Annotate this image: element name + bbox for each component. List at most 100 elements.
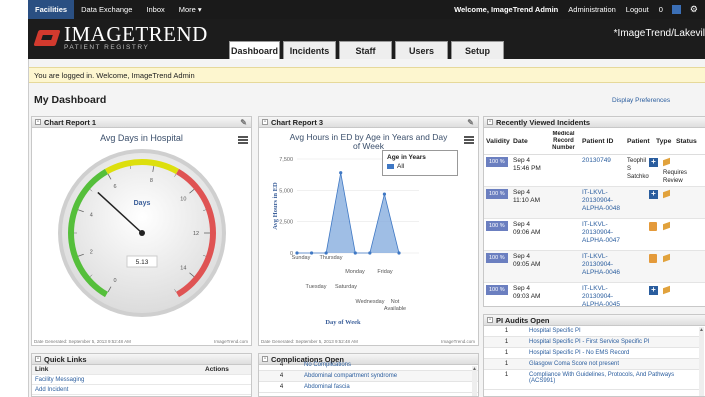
collapse-icon[interactable]: -	[35, 119, 41, 125]
chart-menu-icon[interactable]	[464, 136, 474, 144]
display-preferences-link[interactable]: Display Preferences	[612, 97, 670, 104]
table-row[interactable]: 100 % Sep 4 09:06 AM IT-LKVL- 20130904- AL…	[484, 219, 705, 251]
quick-link-facility-messaging[interactable]: Facility Messaging	[35, 377, 84, 383]
dashboard-content: You are logged in. Welcome, ImageTrend A…	[28, 59, 705, 397]
pi-audits-panel: - PI Audits Open 1 Hospital Specific PI 1 H…	[483, 314, 705, 397]
scrollbar[interactable]: ▲	[699, 327, 704, 396]
nav-data-exchange[interactable]: Data Exchange	[74, 0, 139, 19]
cell-validity: 100 %	[484, 157, 513, 167]
complication-link[interactable]: Abdominal fascia	[304, 384, 478, 390]
col-type[interactable]: Type	[656, 138, 676, 146]
audit-link[interactable]: Glasgow Coma Score not present	[529, 361, 699, 367]
quick-links-panel: - Quick Links Link Actions Facility Mess…	[31, 353, 252, 397]
col-link: Link	[35, 366, 49, 373]
table-row[interactable]: 100 % Sep 4 09:03 AM IT-LKVL- 20130904- AL…	[484, 283, 705, 306]
list-item[interactable]: 1 Glasgow Coma Score not present	[484, 359, 699, 370]
data-point-friday[interactable]	[368, 251, 372, 255]
scroll-up-icon[interactable]: ▲	[472, 366, 477, 372]
data-point-not-available[interactable]	[397, 251, 401, 255]
audit-count: 1	[504, 372, 509, 378]
audit-link[interactable]: Hospital Specific PI - First Service Spe…	[529, 339, 699, 345]
data-point-saturday[interactable]	[382, 192, 387, 196]
col-patient-id[interactable]: Patient ID	[582, 138, 627, 146]
panel-title: Chart Report 3	[271, 117, 324, 127]
validity-badge: 100 %	[486, 189, 508, 199]
col-date[interactable]: Date	[513, 138, 545, 146]
complication-link[interactable]: Abdominal compartment syndrome	[304, 373, 478, 379]
window-icon[interactable]	[671, 5, 681, 14]
chart-menu-icon[interactable]	[238, 136, 248, 144]
legend-item[interactable]: All	[397, 163, 404, 170]
table-row[interactable]: 100 % Sep 4 15:46 PM 20130749 Teophil S Sat…	[484, 155, 705, 187]
edit-icon[interactable]: ✎	[240, 118, 247, 127]
cell-status	[663, 189, 691, 201]
tab-users[interactable]: Users	[395, 41, 448, 59]
complication-link[interactable]: No Complications	[304, 362, 478, 368]
nav-inbox[interactable]: Inbox	[139, 0, 171, 19]
tab-staff[interactable]: Staff	[339, 41, 392, 59]
gauge-label: Days	[134, 200, 151, 207]
nav-logout[interactable]: Logout	[626, 5, 649, 14]
col-actions: Actions	[205, 366, 229, 373]
collapse-icon[interactable]: -	[487, 317, 493, 323]
nav-more[interactable]: More ▾	[172, 0, 209, 19]
sign-icon[interactable]	[663, 221, 671, 230]
sign-icon[interactable]	[663, 189, 671, 198]
x-tick-label: Available	[384, 306, 406, 312]
gauge-tick-label: 2	[90, 249, 93, 255]
tab-setup[interactable]: Setup	[451, 41, 504, 59]
scroll-up-icon[interactable]: ▲	[699, 327, 704, 333]
app-header: IMAGETREND PATIENT REGISTRY *ImageTrend/…	[28, 19, 705, 59]
cell-patient-id[interactable]: IT-LKVL- 20130904- ALPHA-0045	[582, 285, 627, 306]
col-validity[interactable]: Validity	[484, 138, 513, 146]
settings-icon[interactable]: ⚙	[690, 4, 698, 15]
list-item[interactable]: 4 No Complications	[259, 360, 478, 371]
inbox-count[interactable]: 0	[659, 5, 663, 14]
audit-link[interactable]: Compliance With Guidelines, Protocols, A…	[529, 372, 699, 384]
sign-icon[interactable]	[663, 253, 671, 262]
ems-incident-icon: +	[649, 190, 658, 199]
table-row[interactable]: 100 % Sep 4 11:10 AM IT-LKVL- 20130904- AL…	[484, 187, 705, 219]
table-row[interactable]: 100 % Sep 4 09:05 AM IT-LKVL- 20130904- AL…	[484, 251, 705, 283]
cell-patient-id[interactable]: IT-LKVL- 20130904- ALPHA-0047	[582, 221, 627, 245]
list-item[interactable]: 1 Hospital Specific PI	[484, 326, 699, 337]
x-tick-label: Sunday	[292, 255, 311, 261]
gauge-value: 5.13	[136, 259, 149, 266]
col-mrn[interactable]: Medical Record Number	[545, 131, 582, 152]
welcome-user: Welcome, ImageTrend Admin	[454, 5, 559, 14]
cell-patient-id[interactable]: IT-LKVL- 20130904- ALPHA-0048	[582, 189, 627, 213]
data-point-monday[interactable]	[309, 251, 314, 255]
collapse-icon[interactable]: -	[35, 356, 41, 362]
audit-link[interactable]: Hospital Specific PI	[529, 328, 699, 334]
tab-incidents[interactable]: Incidents	[283, 41, 336, 59]
list-item[interactable]: Add Incident	[32, 385, 251, 395]
list-item[interactable]: 1 Hospital Specific PI - First Service Sp…	[484, 337, 699, 348]
panel-header: - Chart Report 3 ✎	[259, 117, 478, 128]
scrollbar[interactable]: ▲	[472, 366, 477, 396]
panel-title: Recently Viewed Incidents	[496, 117, 591, 127]
collapse-icon[interactable]: -	[487, 119, 493, 125]
gauge-pivot	[139, 230, 145, 236]
list-item[interactable]: 1 Compliance With Guidelines, Protocols, …	[484, 370, 699, 390]
cell-patient-id[interactable]: 20130749	[582, 157, 627, 165]
list-item[interactable]: 4 Abdominal fascia	[259, 382, 478, 393]
col-status[interactable]: Status	[676, 138, 705, 146]
sign-icon[interactable]	[663, 285, 671, 294]
list-item[interactable]: Facility Messaging	[32, 375, 251, 385]
list-item[interactable]: 4 Abdominal compartment syndrome	[259, 371, 478, 382]
col-patient[interactable]: Patient	[627, 138, 656, 146]
sign-icon[interactable]	[663, 157, 671, 166]
nav-facilities[interactable]: Facilities	[28, 0, 75, 19]
quick-link-add-incident[interactable]: Add Incident	[35, 387, 68, 393]
data-point-wednesday[interactable]	[339, 171, 343, 175]
nav-administration[interactable]: Administration	[568, 5, 616, 14]
edit-icon[interactable]: ✎	[467, 118, 474, 127]
tab-dashboard[interactable]: Dashboard	[229, 41, 280, 59]
chart-footer-brand: ImageTrend.com	[441, 339, 475, 344]
x-tick-label: Saturday	[335, 284, 357, 290]
collapse-icon[interactable]: -	[262, 119, 268, 125]
data-point-thursday[interactable]	[353, 251, 357, 255]
audit-link[interactable]: Hospital Specific PI - No EMS Record	[529, 350, 699, 356]
cell-patient-id[interactable]: IT-LKVL- 20130904- ALPHA-0046	[582, 253, 627, 277]
list-item[interactable]: 1 Hospital Specific PI - No EMS Record	[484, 348, 699, 359]
